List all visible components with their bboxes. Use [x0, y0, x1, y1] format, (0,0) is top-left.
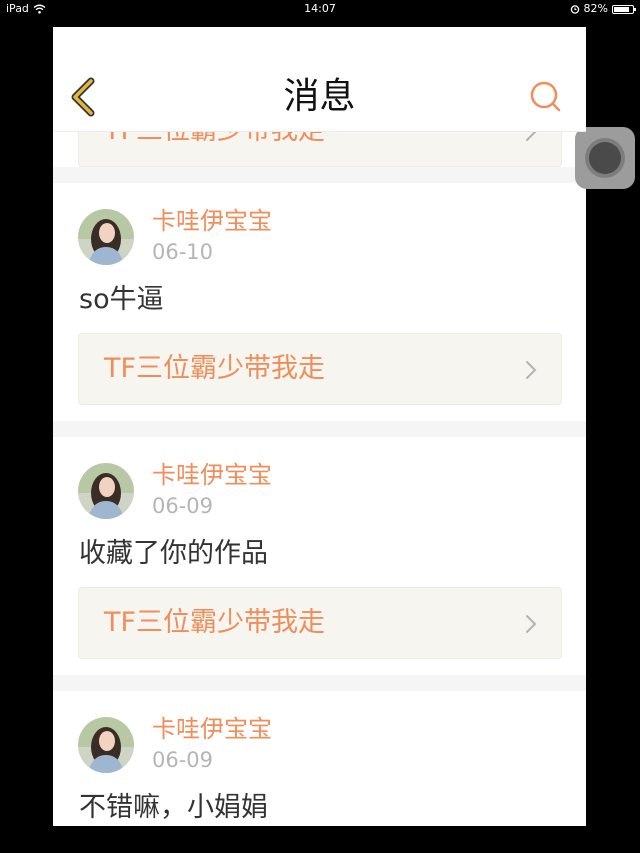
username[interactable]: 卡哇伊宝宝: [152, 459, 272, 491]
card-separator: [53, 675, 586, 691]
avatar-image: [78, 209, 134, 265]
status-time: 14:07: [304, 2, 336, 15]
message-date: 06-10: [152, 240, 214, 264]
assistive-touch-icon: [589, 142, 621, 174]
work-link[interactable]: TF三位霸少带我走: [78, 587, 562, 659]
work-title: TF三位霸少带我走: [104, 353, 326, 384]
user-avatar[interactable]: [78, 717, 134, 773]
status-bar: iPad 14:07 82%: [0, 0, 640, 18]
message-card[interactable]: 卡哇伊宝宝 06-09 不错嘛，小娟娟: [53, 691, 586, 826]
battery-icon: [612, 4, 636, 14]
username[interactable]: 卡哇伊宝宝: [152, 205, 272, 237]
message-text: so牛逼: [79, 284, 164, 315]
app-window: TF三位霸少带我走 卡哇伊宝宝: [53, 27, 586, 826]
page-title: 消息: [283, 76, 356, 117]
alarm-icon: [570, 5, 579, 14]
user-avatar[interactable]: [78, 209, 134, 265]
card-separator: [53, 167, 586, 183]
battery-percent: 82%: [583, 2, 608, 15]
user-avatar[interactable]: [78, 463, 134, 519]
message-text: 不错嘛，小娟娟: [79, 792, 268, 823]
message-text: 收藏了你的作品: [79, 538, 268, 569]
nav-bar: 消息: [53, 27, 586, 132]
card-separator: [53, 421, 586, 437]
message-card[interactable]: 卡哇伊宝宝 06-10 so牛逼 TF三位霸少带我走: [53, 183, 586, 421]
avatar-image: [78, 463, 134, 519]
avatar-image: [78, 717, 134, 773]
username[interactable]: 卡哇伊宝宝: [152, 713, 272, 745]
work-title: TF三位霸少带我走: [104, 607, 326, 638]
chevron-right-icon: [526, 615, 537, 633]
message-list[interactable]: TF三位霸少带我走 卡哇伊宝宝: [53, 27, 586, 826]
work-link[interactable]: TF三位霸少带我走: [78, 333, 562, 405]
message-card[interactable]: 卡哇伊宝宝 06-09 收藏了你的作品 TF三位霸少带我走: [53, 437, 586, 675]
message-date: 06-09: [152, 748, 214, 772]
search-icon[interactable]: [528, 79, 564, 115]
message-date: 06-09: [152, 494, 214, 518]
chevron-right-icon: [526, 361, 537, 379]
assistive-touch-button[interactable]: [575, 127, 635, 189]
